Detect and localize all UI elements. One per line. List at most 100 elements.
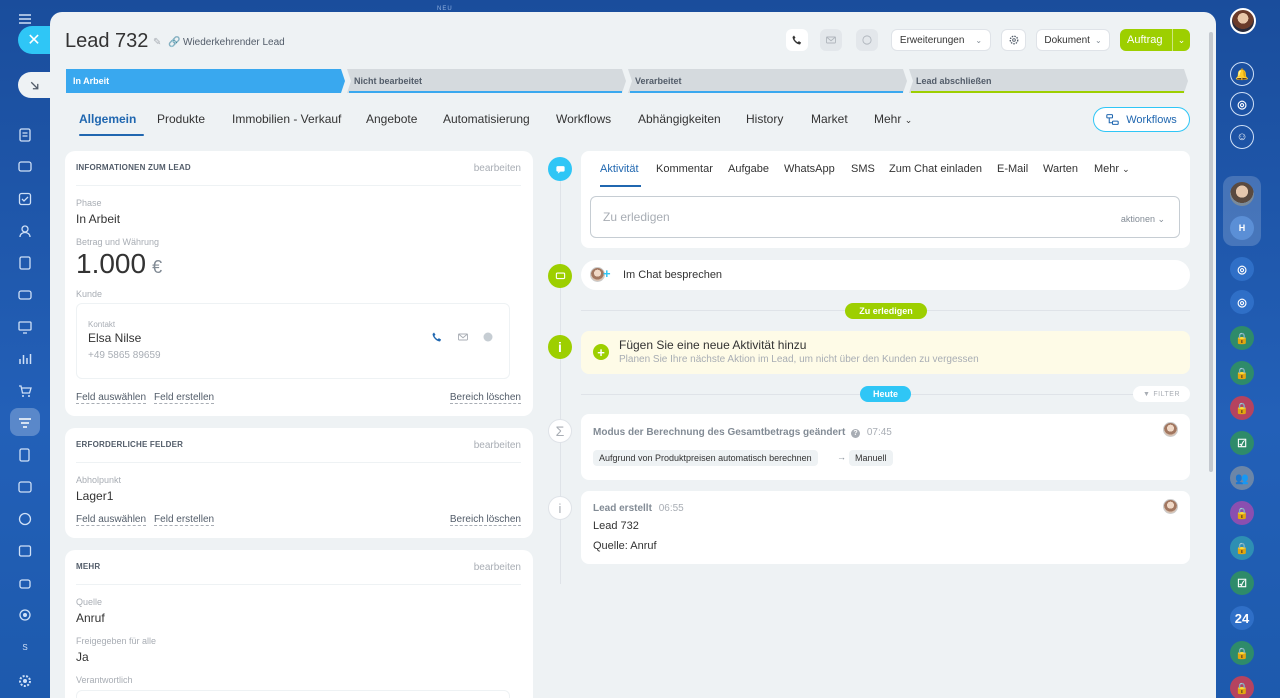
activity-bubble-icon	[548, 157, 572, 181]
tab-email[interactable]: E-Mail	[997, 163, 1028, 175]
add-circle-icon[interactable]: +	[593, 344, 609, 360]
tab-whatsapp[interactable]: WhatsApp	[784, 163, 835, 175]
workflows-button[interactable]: Workflows	[1093, 107, 1190, 132]
dokument-dropdown[interactable]: Dokument ⌄	[1036, 29, 1110, 51]
settings-gear-icon[interactable]	[14, 670, 36, 692]
user-avatar[interactable]	[1230, 8, 1256, 34]
create-field-link[interactable]: Feld erstellen	[154, 392, 215, 404]
activity-stream-icon[interactable]: ◎	[1230, 92, 1254, 116]
chat-button[interactable]	[856, 29, 878, 51]
inbox-icon[interactable]	[14, 476, 36, 498]
erweiterungen-dropdown[interactable]: Erweiterungen ⌄	[891, 29, 991, 51]
clear-section-link[interactable]: Bereich löschen	[449, 514, 521, 526]
chat-row[interactable]: + Im Chat besprechen	[581, 260, 1190, 290]
call-button[interactable]	[786, 29, 808, 51]
contact-phone[interactable]: +49 5865 89659	[88, 350, 161, 361]
panel-scrollbar[interactable]	[1209, 32, 1213, 472]
tab-abhaengigkeiten[interactable]: Abhängigkeiten	[638, 112, 721, 126]
chat-icon[interactable]	[14, 156, 36, 178]
close-slider-button[interactable]: ✕	[18, 26, 50, 54]
tab-chat-einladen[interactable]: Zum Chat einladen	[889, 163, 982, 175]
messages-icon[interactable]: ☺	[1230, 125, 1254, 149]
email-button[interactable]	[820, 29, 842, 51]
chat-h-avatar[interactable]: H	[1230, 216, 1254, 240]
chat-bubble-icon[interactable]	[482, 331, 494, 343]
target-icon[interactable]	[14, 508, 36, 530]
tasks-icon[interactable]	[14, 188, 36, 210]
document-icon[interactable]	[14, 124, 36, 146]
lock-chat-icon[interactable]: 🔒	[1230, 396, 1254, 420]
goal-icon[interactable]	[14, 604, 36, 626]
channel-icon[interactable]: ◎	[1230, 290, 1254, 314]
tab-mehr[interactable]: Mehr ⌄	[874, 112, 912, 126]
lock-chat-icon[interactable]: 🔒	[1230, 536, 1254, 560]
tab-allgemein[interactable]: Allgemein	[79, 112, 136, 126]
plus-icon: +	[603, 266, 611, 281]
clear-section-link[interactable]: Bereich löschen	[449, 392, 521, 404]
lock-chat-icon[interactable]: 🔒	[1230, 501, 1254, 525]
auftrag-button[interactable]: Auftrag ⌄	[1120, 29, 1190, 51]
bitrix24-icon[interactable]: 24	[1230, 606, 1254, 630]
tab-market[interactable]: Market	[811, 112, 848, 126]
card-icon[interactable]	[14, 284, 36, 306]
tab-mehr-label: Mehr	[1094, 163, 1120, 175]
tab-mehr-activity[interactable]: Mehr ⌄	[1094, 163, 1130, 175]
chat-avatar[interactable]	[1230, 182, 1254, 206]
responsible-box[interactable]	[76, 690, 510, 698]
create-field-link[interactable]: Feld erstellen	[154, 514, 215, 526]
select-field-link[interactable]: Feld auswählen	[76, 392, 147, 404]
tab-history[interactable]: History	[746, 112, 783, 126]
tab-angebote[interactable]: Angebote	[366, 112, 417, 126]
stage-label: In Arbeit	[73, 76, 110, 86]
todo-input[interactable]: Zu erledigen aktionen ⌄	[590, 196, 1180, 238]
author-avatar[interactable]	[1163, 422, 1178, 437]
robot-icon[interactable]	[14, 572, 36, 594]
actions-dropdown[interactable]: aktionen ⌄	[1121, 214, 1165, 225]
contact-block: Kontakt Elsa Nilse +49 5865 89659	[76, 303, 510, 379]
monitor-icon[interactable]	[14, 316, 36, 338]
chevron-down-icon[interactable]: ⌄	[1172, 29, 1190, 51]
tab-automatisierung[interactable]: Automatisierung	[443, 112, 530, 126]
lock-chat-icon[interactable]: 🔒	[1230, 676, 1254, 698]
edit-link[interactable]: bearbeiten	[474, 562, 521, 573]
author-avatar[interactable]	[1163, 499, 1178, 514]
envelope-icon[interactable]	[456, 331, 470, 343]
event-title: Modus der Berechnung des Gesamtbetrags g…	[593, 427, 892, 438]
minimize-slider-button[interactable]	[18, 72, 50, 98]
tab-sms[interactable]: SMS	[851, 163, 875, 175]
tab-immobilien[interactable]: Immobilien - Verkauf	[232, 112, 341, 126]
tab-kommentar[interactable]: Kommentar	[656, 163, 713, 175]
edit-link[interactable]: bearbeiten	[474, 163, 521, 174]
select-field-link[interactable]: Feld auswählen	[76, 514, 147, 526]
tab-produkte[interactable]: Produkte	[157, 112, 205, 126]
lock-chat-icon[interactable]: 🔒	[1230, 641, 1254, 665]
s-badge-icon[interactable]: S	[14, 636, 36, 658]
tab-aufgabe[interactable]: Aufgabe	[728, 163, 769, 175]
filter-funnel-icon[interactable]	[14, 412, 36, 434]
channel-icon[interactable]: ◎	[1230, 257, 1254, 281]
file-icon[interactable]	[14, 252, 36, 274]
contact-name[interactable]: Elsa Nilse	[88, 331, 141, 345]
phone-icon[interactable]	[431, 331, 443, 343]
filter-button[interactable]: ▼ FILTER	[1133, 386, 1190, 402]
add-activity-card[interactable]: + Fügen Sie eine neue Aktivität hinzu Pl…	[581, 331, 1190, 374]
lock-chat-icon[interactable]: 🔒	[1230, 326, 1254, 350]
analytics-icon[interactable]	[14, 348, 36, 370]
edit-link[interactable]: bearbeiten	[474, 440, 521, 451]
cart-icon[interactable]	[14, 380, 36, 402]
lock-chat-icon[interactable]: 🔒	[1230, 361, 1254, 385]
contacts-icon[interactable]	[14, 220, 36, 242]
task-chat-icon[interactable]: ☑	[1230, 431, 1254, 455]
help-icon[interactable]: ?	[851, 429, 861, 438]
tab-warten[interactable]: Warten	[1043, 163, 1078, 175]
edit-icon[interactable]	[14, 444, 36, 466]
task-chat-icon[interactable]: ☑	[1230, 571, 1254, 595]
tab-aktivitaet[interactable]: Aktivität	[600, 163, 639, 175]
tab-workflows[interactable]: Workflows	[556, 112, 611, 126]
pencil-icon[interactable]: ✎	[153, 37, 161, 48]
settings-button[interactable]	[1001, 29, 1026, 51]
link-icon[interactable]: 🔗	[168, 37, 180, 48]
group-avatar-icon[interactable]: 👥	[1230, 466, 1254, 490]
calendar-icon[interactable]	[14, 540, 36, 562]
notifications-bell-icon[interactable]: 🔔	[1230, 62, 1254, 86]
